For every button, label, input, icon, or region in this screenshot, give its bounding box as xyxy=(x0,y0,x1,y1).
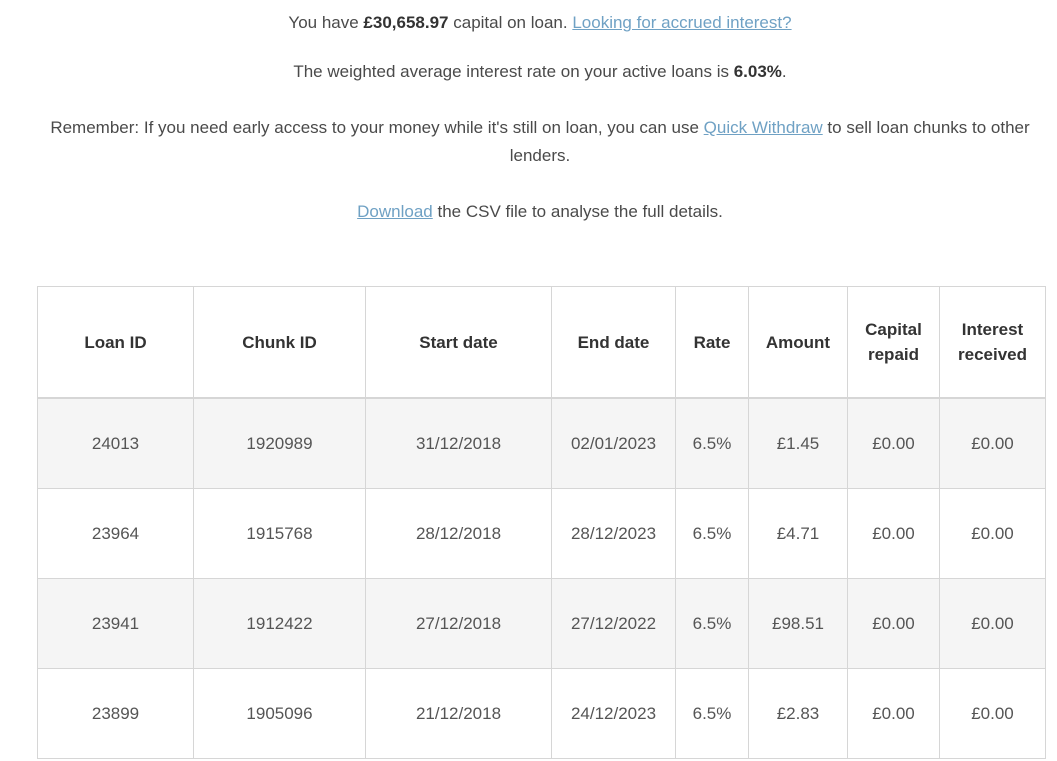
rate-summary: The weighted average interest rate on yo… xyxy=(293,62,787,81)
cell-end-date: 28/12/2023 xyxy=(551,488,676,579)
cell-amount: £4.71 xyxy=(748,488,848,579)
cell-interest-received: £0.00 xyxy=(939,397,1046,489)
cell-loan-id: 24013 xyxy=(37,397,194,489)
header-chunk-id: Chunk ID xyxy=(193,286,366,399)
cell-end-date: 24/12/2023 xyxy=(551,668,676,759)
cell-end-date: 02/01/2023 xyxy=(551,397,676,489)
cell-start-date: 31/12/2018 xyxy=(365,397,552,489)
table-row: 24013 1920989 31/12/2018 02/01/2023 6.5%… xyxy=(37,397,1046,489)
cell-chunk-id: 1905096 xyxy=(193,668,366,759)
cell-chunk-id: 1915768 xyxy=(193,488,366,579)
capital-amount: £30,658.97 xyxy=(363,13,449,32)
header-end-date: End date xyxy=(551,286,676,399)
quick-withdraw-link[interactable]: Quick Withdraw xyxy=(704,118,823,137)
cell-rate: 6.5% xyxy=(675,488,749,579)
download-csv-link[interactable]: Download xyxy=(357,202,433,221)
cell-interest-received: £0.00 xyxy=(939,668,1046,759)
cell-end-date: 27/12/2022 xyxy=(551,578,676,669)
cell-loan-id: 23899 xyxy=(37,668,194,759)
table-row: 23941 1912422 27/12/2018 27/12/2022 6.5%… xyxy=(37,578,1046,669)
cell-capital-repaid: £0.00 xyxy=(847,397,940,489)
cell-capital-repaid: £0.00 xyxy=(847,578,940,669)
cell-loan-id: 23941 xyxy=(37,578,194,669)
cell-rate: 6.5% xyxy=(675,397,749,489)
cell-interest-received: £0.00 xyxy=(939,578,1046,669)
cell-rate: 6.5% xyxy=(675,578,749,669)
cell-chunk-id: 1912422 xyxy=(193,578,366,669)
header-interest-received: Interest received xyxy=(939,286,1046,399)
cell-amount: £1.45 xyxy=(748,397,848,489)
capital-summary: You have £30,658.97 capital on loan. Loo… xyxy=(288,13,792,32)
header-start-date: Start date xyxy=(365,286,552,399)
cell-loan-id: 23964 xyxy=(37,488,194,579)
cell-capital-repaid: £0.00 xyxy=(847,668,940,759)
cell-chunk-id: 1920989 xyxy=(193,397,366,489)
cell-capital-repaid: £0.00 xyxy=(847,488,940,579)
table-row: 23964 1915768 28/12/2018 28/12/2023 6.5%… xyxy=(37,488,1046,579)
header-loan-id: Loan ID xyxy=(37,286,194,399)
header-amount: Amount xyxy=(748,286,848,399)
table-row: 23899 1905096 21/12/2018 24/12/2023 6.5%… xyxy=(37,668,1046,759)
cell-start-date: 27/12/2018 xyxy=(365,578,552,669)
cell-interest-received: £0.00 xyxy=(939,488,1046,579)
cell-rate: 6.5% xyxy=(675,668,749,759)
download-csv-line: Download the CSV file to analyse the ful… xyxy=(357,202,723,221)
header-rate: Rate xyxy=(675,286,749,399)
early-access-reminder: Remember: If you need early access to yo… xyxy=(50,118,1030,165)
header-capital-repaid: Capital repaid xyxy=(847,286,940,399)
cell-start-date: 21/12/2018 xyxy=(365,668,552,759)
loans-table: Loan ID Chunk ID Start date End date Rat… xyxy=(37,286,1046,759)
cell-start-date: 28/12/2018 xyxy=(365,488,552,579)
weighted-rate: 6.03% xyxy=(733,62,782,81)
cell-amount: £2.83 xyxy=(748,668,848,759)
cell-amount: £98.51 xyxy=(748,578,848,669)
table-header-row: Loan ID Chunk ID Start date End date Rat… xyxy=(37,286,1046,399)
accrued-interest-link[interactable]: Looking for accrued interest? xyxy=(572,13,791,32)
